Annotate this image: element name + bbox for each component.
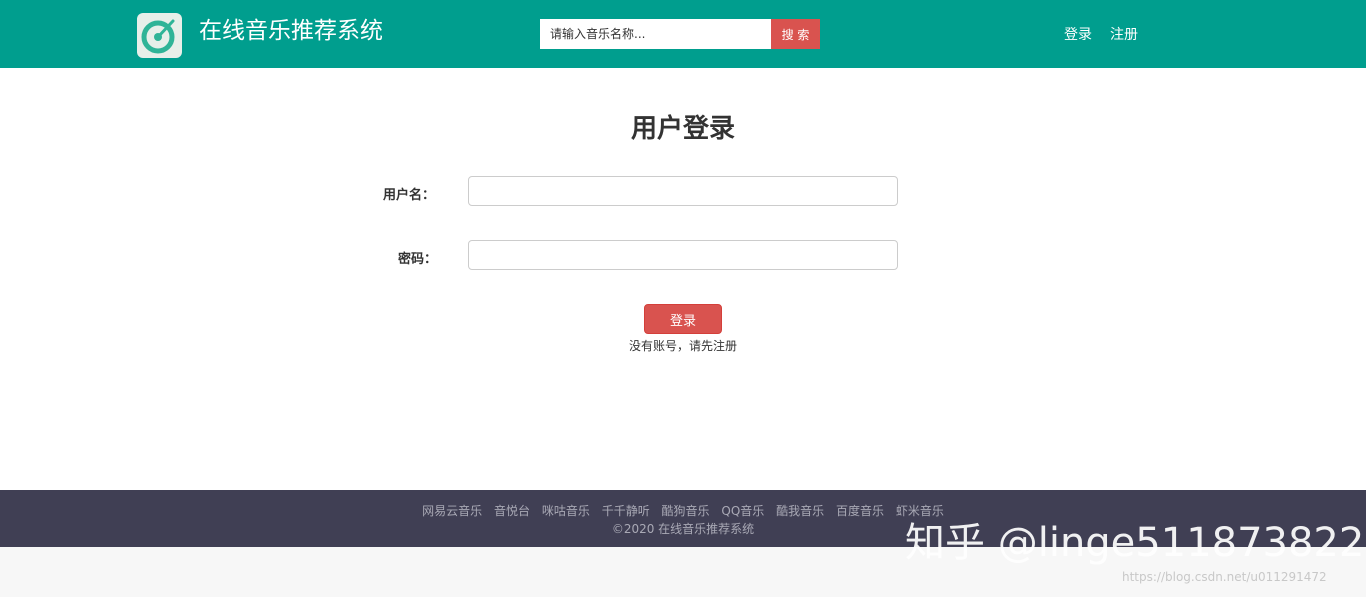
url-watermark: https://blog.csdn.net/u011291472 <box>1122 570 1327 584</box>
footer-link[interactable]: 咪咕音乐 <box>542 504 590 518</box>
site-title: 在线音乐推荐系统 <box>199 18 383 44</box>
password-label: 密码： <box>398 252 438 267</box>
footer-link[interactable]: 酷狗音乐 <box>662 504 710 518</box>
footer-link[interactable]: 百度音乐 <box>836 504 884 518</box>
page-title: 用户登录 <box>630 114 735 144</box>
login-link[interactable]: 登录 <box>1064 26 1092 44</box>
search-input[interactable] <box>540 19 772 49</box>
username-label: 用户名： <box>383 188 436 203</box>
music-disc-icon <box>141 19 175 54</box>
login-button[interactable]: 登录 <box>644 304 722 334</box>
register-link[interactable]: 注册 <box>1110 26 1138 44</box>
footer-link[interactable]: QQ音乐 <box>721 504 764 518</box>
search-button[interactable]: 搜 索 <box>771 19 820 49</box>
footer-link[interactable]: 音悦台 <box>494 504 530 518</box>
footer-link[interactable]: 酷我音乐 <box>776 504 824 518</box>
password-field[interactable] <box>468 240 898 270</box>
username-field[interactable] <box>468 176 898 206</box>
footer-link[interactable]: 网易云音乐 <box>422 504 482 518</box>
register-hint-link[interactable]: 没有账号，请先注册 <box>0 337 1366 354</box>
site-logo[interactable] <box>137 13 182 58</box>
zhihu-watermark: 知乎 @linge511873822 <box>905 520 1365 566</box>
top-header: 在线音乐推荐系统 搜 索 登录 注册 <box>0 0 1366 68</box>
footer-link[interactable]: 千千静听 <box>602 504 650 518</box>
